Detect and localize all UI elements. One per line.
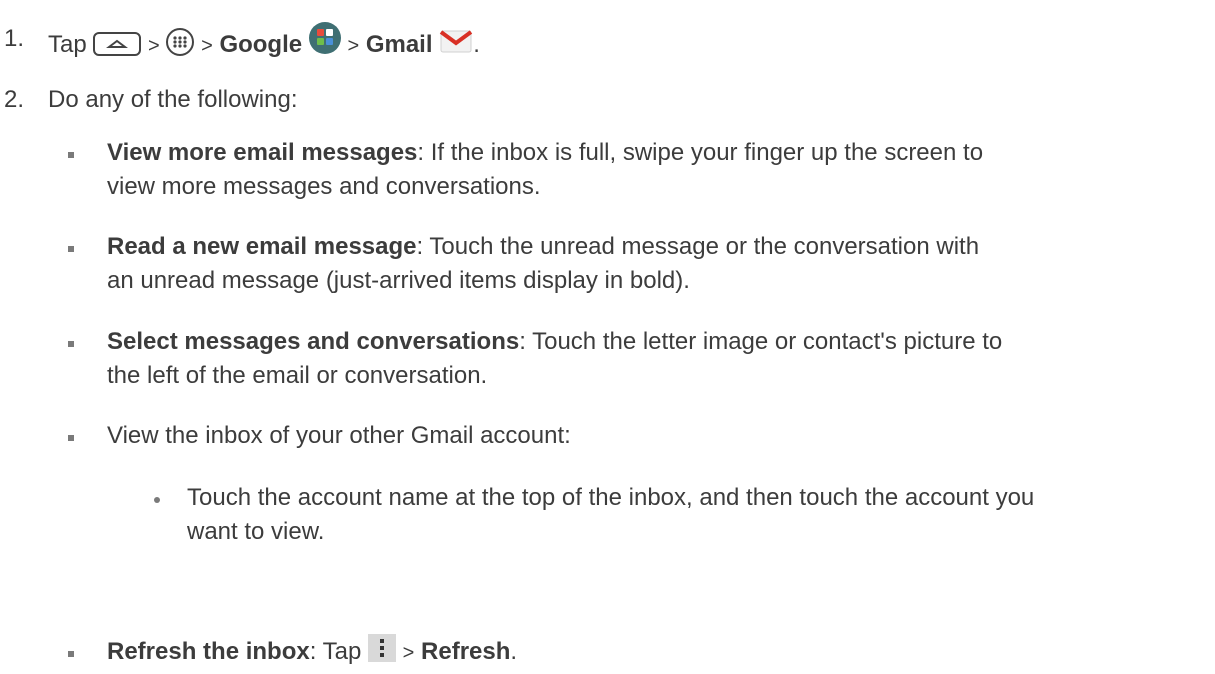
tap-text: Tap [48, 31, 87, 58]
google-folder-icon [308, 22, 341, 54]
step-1-text: Tap > > Google > Gmail . [48, 22, 480, 63]
bullet-title: Refresh the inbox [107, 638, 310, 665]
home-key-icon [93, 32, 142, 56]
step-number: 2. [4, 86, 25, 113]
period: . [510, 638, 518, 665]
bullet-line: an unread message (just-arrived items di… [107, 267, 690, 294]
separator: > [402, 642, 415, 664]
bullet-line: view more messages and conversations. [107, 173, 541, 200]
gmail-icon [439, 28, 473, 54]
refresh-label: Refresh [421, 638, 511, 665]
bullet-line: Select messages and conversations: Touch… [107, 325, 1002, 359]
bullet-line: View more email messages: If the inbox i… [107, 136, 983, 170]
bullet-text: : If the inbox is full, swipe your finge… [417, 139, 984, 166]
period: . [473, 31, 480, 58]
gmail-label: Gmail [365, 31, 433, 58]
bullet-marker [68, 152, 74, 158]
apps-icon [166, 28, 195, 56]
bullet-text: : Touch the unread message or the conver… [416, 233, 980, 260]
bullet-title: Select messages and conversations [107, 328, 520, 355]
sub-bullet-marker [154, 497, 160, 503]
sub-bullet-line: want to view. [187, 518, 325, 545]
bullet-title: Read a new email message [107, 233, 417, 260]
separator: > [148, 35, 160, 57]
bullet-marker [68, 341, 74, 347]
bullet-marker [68, 435, 74, 441]
separator: > [201, 35, 213, 57]
menu-icon [367, 634, 396, 662]
separator: > [347, 35, 360, 57]
sub-bullet-line: Touch the account name at the top of the… [187, 484, 1035, 511]
bullet-line: Read a new email message: Touch the unre… [107, 230, 979, 264]
bullet-marker [68, 246, 74, 252]
google-label: Google [219, 31, 303, 58]
bullet-title: View more email messages [107, 139, 418, 166]
tap-text: : Tap [309, 638, 362, 665]
bullet-line: the left of the email or conversation. [107, 362, 488, 389]
step-2-text: Do any of the following: [48, 86, 298, 113]
bullet-line: View the inbox of your other Gmail accou… [107, 422, 571, 449]
bullet-line: Refresh the inbox: Tap > Refresh. [107, 634, 517, 670]
bullet-marker [68, 651, 74, 657]
bullet-text: : Touch the letter image or contact's pi… [519, 328, 1003, 355]
step-number: 1. [4, 25, 25, 52]
